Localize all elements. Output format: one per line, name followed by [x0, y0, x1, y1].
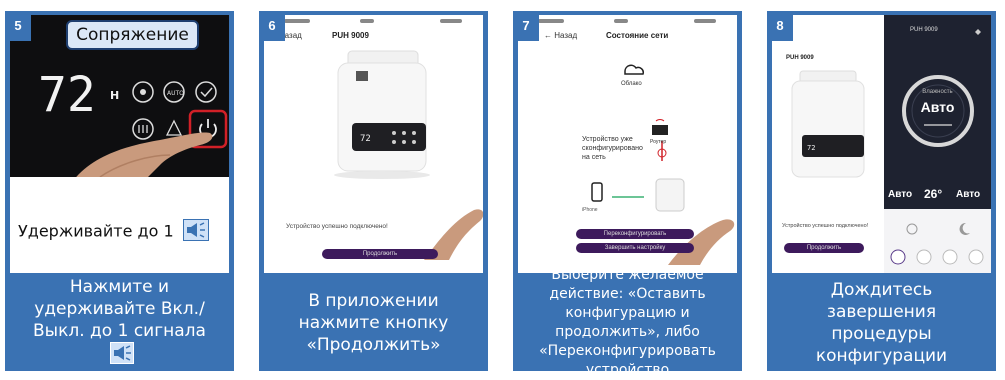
step-6-phone-screen: < Назад PUH 9009 72 Устройство успешно п…: [264, 15, 483, 273]
svg-text:AUTO: AUTO: [167, 90, 184, 97]
step-number: 5: [5, 11, 31, 41]
mode-icon-3[interactable]: [942, 249, 958, 265]
hold-instruction-text: Удерживайте до 1: [18, 219, 209, 245]
speaker-icon: [182, 219, 209, 245]
humidifier-image: [655, 178, 685, 212]
connected-status-text: Устройство успешно подключено!: [286, 223, 388, 230]
step-number: 8: [767, 11, 793, 41]
step-8-caption: Дождитесь завершения процедуры конфигура…: [767, 279, 996, 367]
step-7-panel: ← Назад Состояние сети Облако Устройство…: [513, 11, 742, 378]
step-5-image: 72 H AUTO Удерживайте до 1: [10, 15, 229, 273]
step-8-phone-screens: PUH 9009 72 Устройство успешно подключен…: [772, 15, 991, 273]
warning-icon: [165, 119, 183, 136]
step-6-panel: < Назад PUH 9009 72 Устройство успешно п…: [259, 11, 488, 371]
dial-mode-value: Авто: [920, 99, 955, 115]
already-configured-text: Устройство уже сконфигурировано на сеть: [582, 136, 643, 161]
cloud-label: Облако: [621, 81, 642, 87]
continue-button[interactable]: Продолжить: [784, 243, 864, 253]
connected-status-text: Устройство успешно подключено!: [782, 223, 869, 229]
step-8-panel: PUH 9009 72 Устройство успешно подключен…: [767, 11, 996, 371]
step-6-caption-text: В приложении нажмите кнопку «Продолжить»: [298, 291, 449, 355]
hold-instruction-label: Удерживайте до 1: [18, 221, 174, 241]
mode-buttons-area: [884, 209, 991, 273]
mode-icon-4[interactable]: [968, 249, 984, 265]
step-5-caption-text: Нажмите и удерживайте Вкл./Выкл. до 1 си…: [33, 277, 206, 341]
timer-icon: [195, 81, 217, 103]
dial-label: Влажность: [922, 89, 953, 95]
stat-mode-value: Авто: [888, 189, 913, 200]
step-number: 7: [513, 11, 539, 41]
pairing-tag: Сопряжение: [66, 20, 199, 50]
step-number: 6: [259, 11, 285, 41]
stat-fan-value: Авто: [956, 189, 981, 200]
continue-button[interactable]: Продолжить: [322, 249, 438, 259]
step-6-caption: В приложении нажмите кнопку «Продолжить»: [259, 279, 488, 367]
finish-setup-button[interactable]: Завершить настройку: [576, 243, 694, 253]
phone-label: iPhone: [582, 207, 598, 213]
router-icon: [652, 125, 668, 135]
step-7-caption-text: Выберите желаемое действие: «Оставить ко…: [539, 267, 716, 378]
mode-icon-1[interactable]: [890, 249, 906, 265]
mode-icon-2[interactable]: [916, 249, 932, 265]
app-control-screen: PUH 9009 Влажность Авто Авто 26° Авто: [884, 15, 991, 273]
step-8-caption-text: Дождитесь завершения процедуры конфигура…: [815, 280, 948, 366]
speaker-icon: [109, 342, 134, 370]
display-unit: H: [110, 89, 119, 102]
reconfigure-button[interactable]: Переконфигурировать: [576, 229, 694, 239]
step-7-phone-screen: ← Назад Состояние сети Облако Устройство…: [518, 15, 737, 273]
svg-text:72: 72: [807, 144, 815, 152]
step-7-caption: Выберите желаемое действие: «Оставить ко…: [513, 267, 742, 378]
stat-temperature-value: 26°: [924, 187, 943, 201]
night-mode-icon[interactable]: [959, 222, 970, 235]
router-label: Роутер: [650, 139, 667, 145]
cloud-icon: [624, 64, 644, 75]
display-digits: 72: [38, 67, 96, 123]
svg-text:72: 72: [360, 134, 371, 144]
settings-icon: [975, 29, 981, 35]
humidifier-image: 72: [334, 50, 483, 260]
step-5-panel: 72 H AUTO Удерживайте до 1 5 Сопряжение …: [5, 11, 234, 371]
connected-screen: PUH 9009 72 Устройство успешно подключен…: [772, 15, 880, 273]
fan-icon[interactable]: [906, 223, 918, 235]
step-5-caption: Нажмите и удерживайте Вкл./Выкл. до 1 си…: [5, 277, 234, 370]
phone-icon: [591, 182, 603, 202]
